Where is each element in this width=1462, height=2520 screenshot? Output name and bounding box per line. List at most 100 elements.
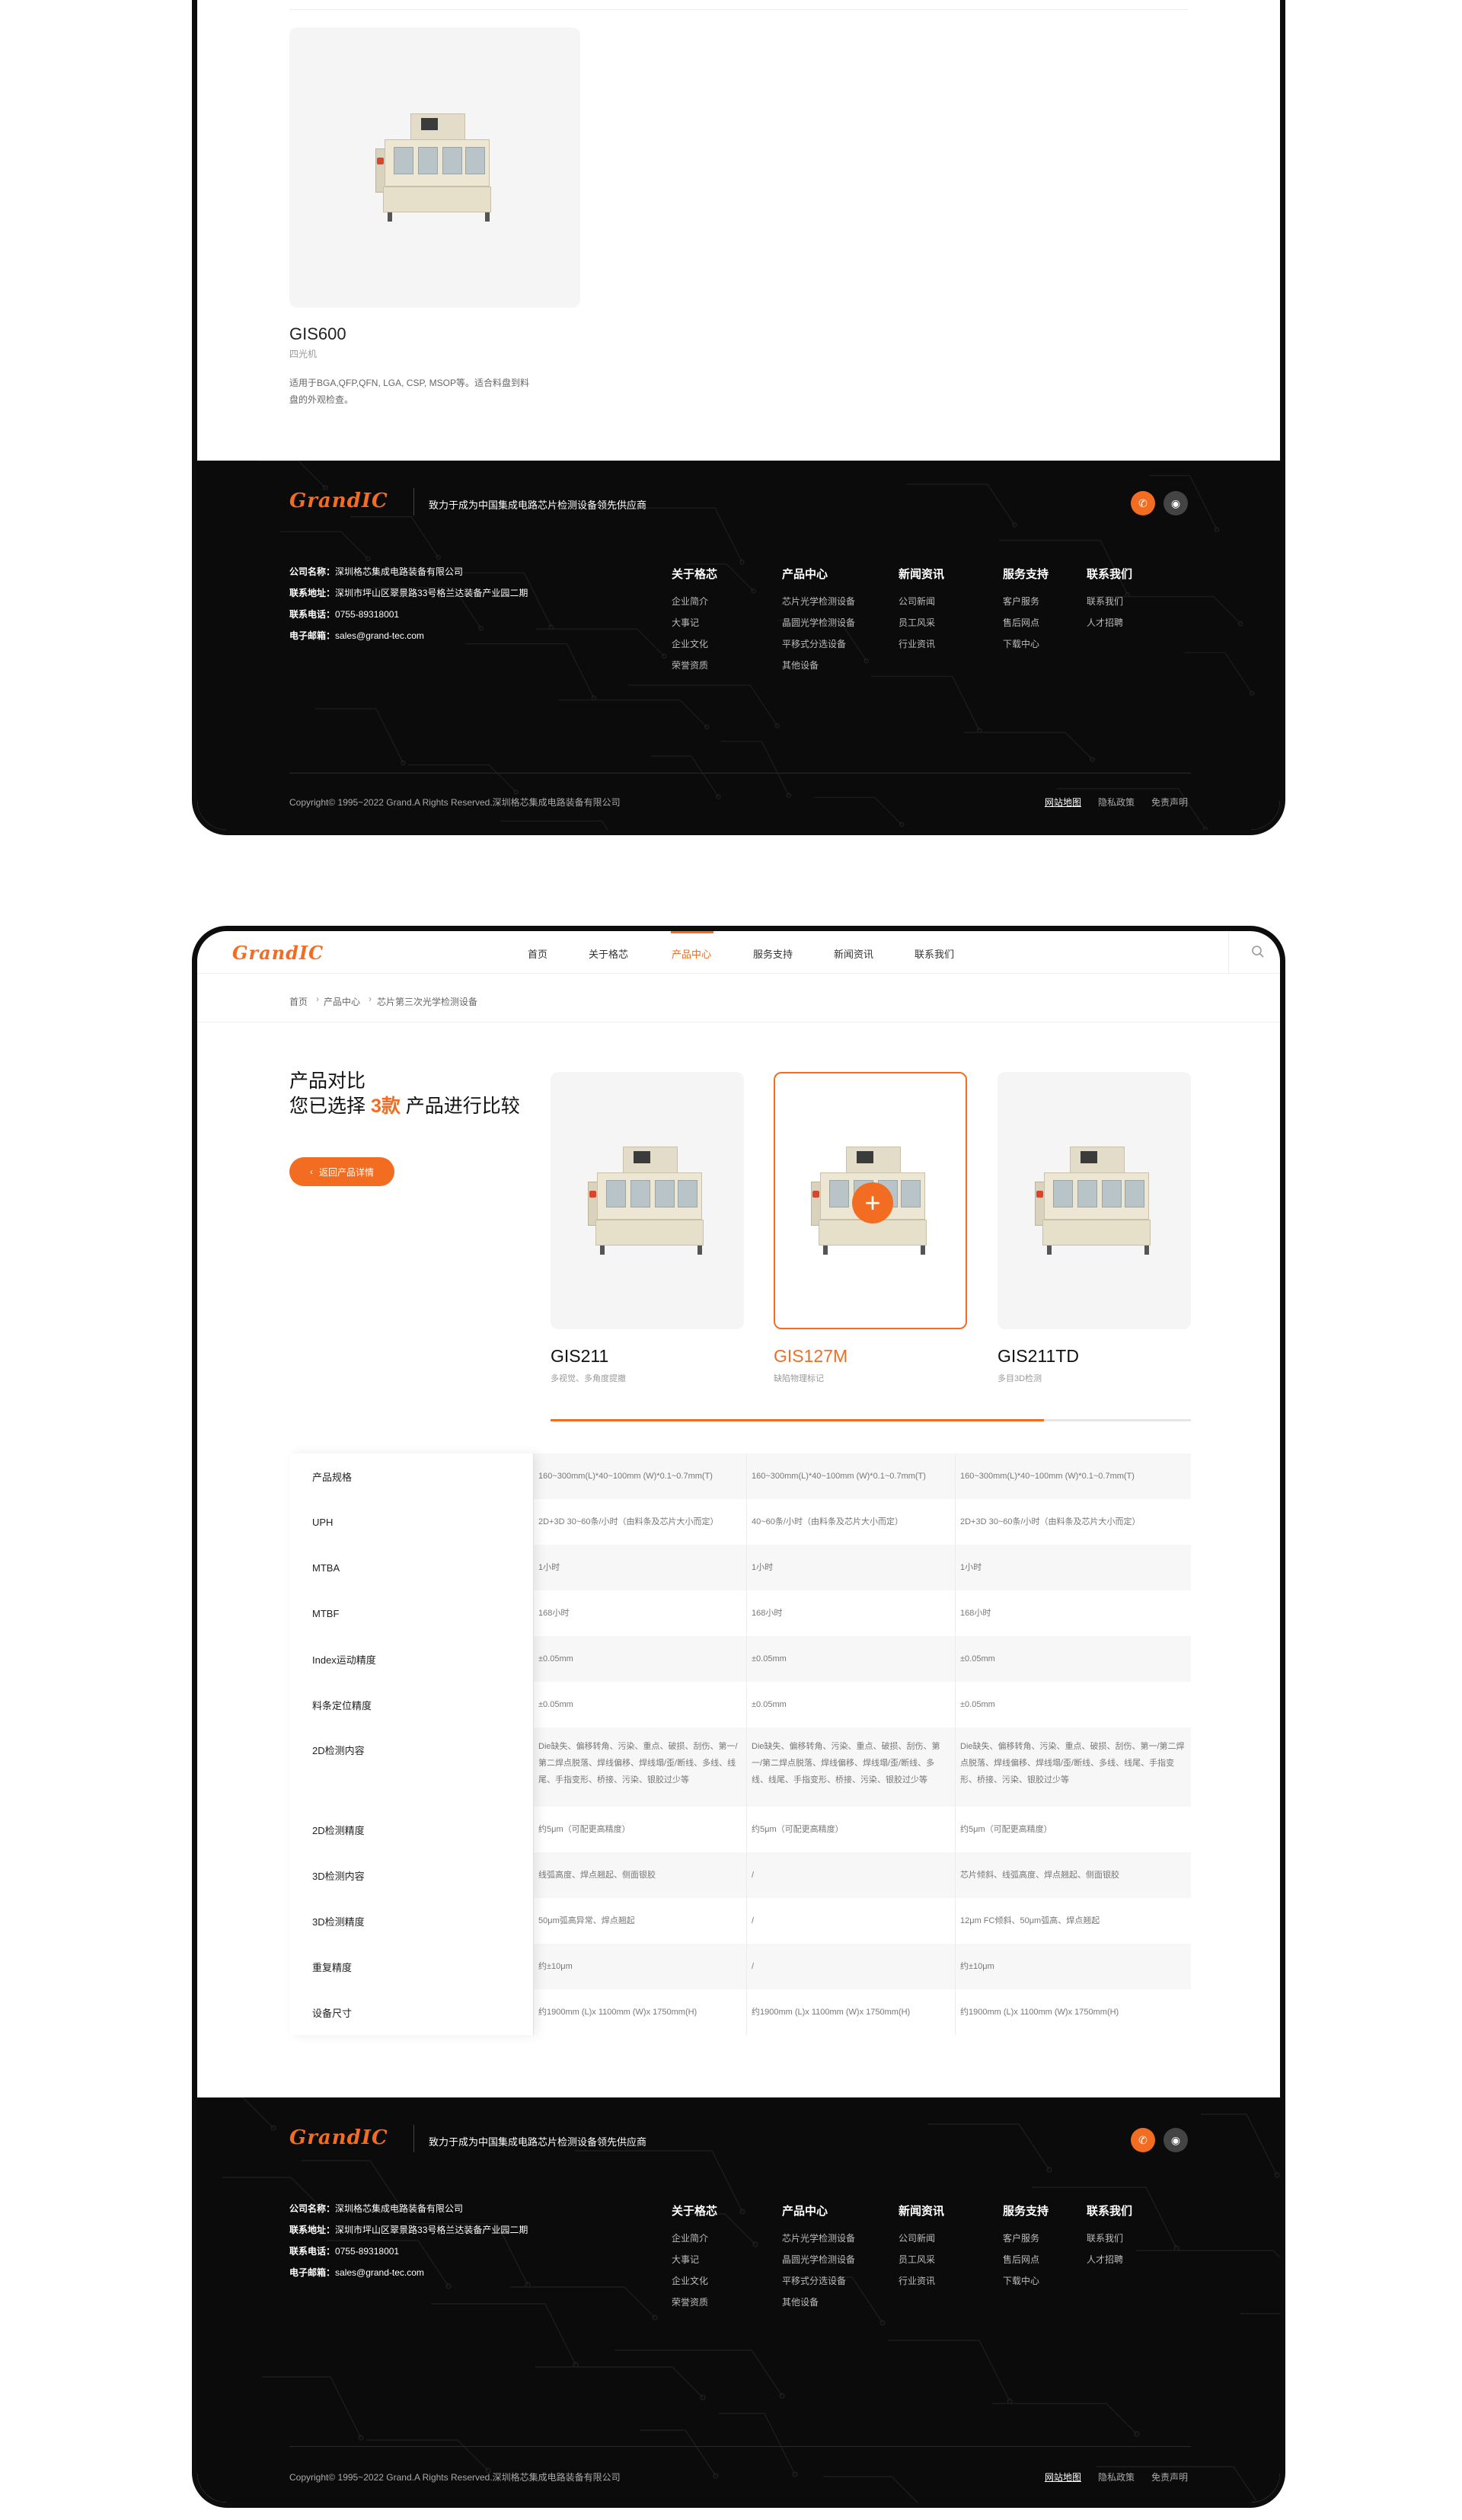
footer-link[interactable]: 企业简介	[672, 591, 717, 612]
footer-link[interactable]: 大事记	[672, 612, 717, 633]
weibo-icon[interactable]: ◉	[1164, 491, 1188, 515]
breadcrumb-products[interactable]: 产品中心	[324, 995, 360, 1008]
wechat-icon[interactable]: ✆	[1131, 2128, 1155, 2152]
sitemap-link[interactable]: 网站地图	[1045, 796, 1081, 809]
compare-title: 产品对比	[289, 1070, 366, 1092]
spec-value: ±0.05mm	[746, 1682, 955, 1727]
spec-value: 约1900mm (L)x 1100mm (W)x 1750mm(H)	[955, 1989, 1191, 2035]
compare-subtitle: 您已选择 3款 产品进行比较	[289, 1096, 520, 1117]
spec-value: 160~300mm(L)*40~100mm (W)*0.1~0.7mm(T)	[955, 1453, 1191, 1499]
nav-products[interactable]: 产品中心	[672, 946, 711, 961]
footer-link[interactable]: 其他设备	[782, 2292, 855, 2313]
nav-separator	[1228, 931, 1229, 974]
compare-product-card-selected[interactable]: +	[774, 1072, 967, 1329]
footer-link[interactable]: 平移式分选设备	[782, 633, 855, 655]
breadcrumb: 首页 › 产品中心 › 芯片第三次光学检测设备	[197, 974, 1280, 1022]
footer-column-title: 关于格芯	[672, 2205, 718, 2218]
footer-link[interactable]: 行业资讯	[899, 2270, 944, 2292]
footer-link[interactable]: 人才招聘	[1087, 2249, 1132, 2270]
footer-link[interactable]: 企业文化	[672, 633, 717, 655]
spec-value: 约5μm（可配更高精度）	[533, 1807, 746, 1852]
slogan-divider	[413, 488, 414, 515]
footer-divider	[289, 773, 1191, 774]
nav-about[interactable]: 关于格芯	[589, 946, 628, 961]
footer-column-title: 关于格芯	[672, 568, 718, 581]
footer-link[interactable]: 荣誉资质	[672, 655, 717, 676]
footer-link[interactable]: 下载中心	[1003, 633, 1049, 655]
privacy-link[interactable]: 隐私政策	[1098, 796, 1135, 809]
disclaimer-link[interactable]: 免责声明	[1151, 2471, 1188, 2483]
compare-product-card[interactable]	[551, 1072, 744, 1329]
company-info: 公司名称：深圳格芯集成电路装备有限公司 联系地址：深圳市坪山区翠景路33号格兰达…	[289, 566, 528, 641]
footer-link[interactable]: 大事记	[672, 2249, 717, 2270]
footer-slogan: 致力于成为中国集成电路芯片检测设备领先供应商	[429, 2136, 647, 2148]
footer-link[interactable]: 下载中心	[1003, 2270, 1049, 2292]
footer-link[interactable]: 售后网点	[1003, 612, 1049, 633]
spec-value: 50μm弧高异常、焊点翘起	[533, 1898, 746, 1944]
footer-link[interactable]: 客户服务	[1003, 2228, 1049, 2249]
sitemap-link[interactable]: 网站地图	[1045, 2471, 1081, 2483]
disclaimer-link[interactable]: 免责声明	[1151, 796, 1188, 809]
footer-link[interactable]: 晶圆光学检测设备	[782, 612, 855, 633]
spec-value: 160~300mm(L)*40~100mm (W)*0.1~0.7mm(T)	[533, 1453, 746, 1499]
add-product-icon[interactable]: +	[852, 1182, 893, 1223]
footer-link[interactable]: 其他设备	[782, 655, 855, 676]
nav-home[interactable]: 首页	[528, 946, 547, 961]
search-icon[interactable]	[1251, 945, 1265, 959]
spec-table: 产品规格 160~300mm(L)*40~100mm (W)*0.1~0.7mm(…	[289, 1453, 1191, 2035]
footer-column-title: 联系我们	[1087, 568, 1133, 581]
footer-link[interactable]: 联系我们	[1087, 2228, 1132, 2249]
product-card[interactable]	[289, 27, 580, 308]
footer-link[interactable]: 行业资讯	[899, 633, 944, 655]
footer-link[interactable]: 芯片光学检测设备	[782, 2228, 855, 2249]
chevron-left-icon: ‹	[309, 1166, 313, 1177]
footer-link[interactable]: 企业文化	[672, 2270, 717, 2292]
footer-link[interactable]: 企业简介	[672, 2228, 717, 2249]
nav-logo[interactable]: GrandIC	[232, 942, 324, 964]
weibo-icon[interactable]: ◉	[1164, 2128, 1188, 2152]
compare-product-name[interactable]: GIS127M	[774, 1346, 848, 1367]
spec-value: 168小时	[746, 1590, 955, 1636]
footer-column: 服务支持 客户服务 售后网点 下载中心	[1003, 2203, 1049, 2292]
nav-contact[interactable]: 联系我们	[915, 946, 954, 961]
footer-link[interactable]: 人才招聘	[1087, 612, 1132, 633]
legal-links: 网站地图 隐私政策 免责声明	[1028, 796, 1188, 809]
spec-value: ±0.05mm	[533, 1636, 746, 1682]
footer-link[interactable]: 客户服务	[1003, 591, 1049, 612]
spec-value: 约5μm（可配更高精度）	[955, 1807, 1191, 1852]
back-to-detail-button[interactable]: ‹ 返回产品详情	[289, 1157, 394, 1186]
footer-link[interactable]: 员工风采	[899, 612, 944, 633]
spec-value: Die缺失、偏移转角、污染、重点、破损、刮伤、第一/第二焊点脱落、焊线偏移、焊线…	[955, 1727, 1191, 1807]
nav-service[interactable]: 服务支持	[753, 946, 793, 961]
footer-link[interactable]: 公司新闻	[899, 591, 944, 612]
footer-column: 联系我们 联系我们 人才招聘	[1087, 566, 1132, 633]
footer-link[interactable]: 平移式分选设备	[782, 2270, 855, 2292]
compare-product-name[interactable]: GIS211TD	[998, 1346, 1079, 1367]
footer-link[interactable]: 售后网点	[1003, 2249, 1049, 2270]
product-list-frame: GIS600 四光机 适用于BGA,QFP,QFN, LGA, CSP, MSO…	[192, 0, 1285, 835]
wechat-icon[interactable]: ✆	[1131, 491, 1155, 515]
spec-value: Die缺失、偏移转角、污染、重点、破损、刮伤、第一/第二焊点脱落、焊线偏移、焊线…	[533, 1727, 746, 1807]
compare-scrollbar-thumb[interactable]	[551, 1419, 1044, 1421]
footer-column: 联系我们 联系我们 人才招聘	[1087, 2203, 1132, 2270]
compare-product-card[interactable]	[998, 1072, 1191, 1329]
footer-logo[interactable]: GrandIC	[289, 490, 388, 512]
footer-link[interactable]: 荣誉资质	[672, 2292, 717, 2313]
footer-link[interactable]: 芯片光学检测设备	[782, 591, 855, 612]
spec-value: Die缺失、偏移转角、污染、重点、破损、刮伤、第一/第二焊点脱落、焊线偏移、焊线…	[746, 1727, 955, 1807]
privacy-link[interactable]: 隐私政策	[1098, 2471, 1135, 2483]
footer-link[interactable]: 联系我们	[1087, 591, 1132, 612]
footer-link[interactable]: 员工风采	[899, 2249, 944, 2270]
compare-scrollbar[interactable]	[551, 1419, 1191, 1421]
compare-product-name[interactable]: GIS211	[551, 1346, 608, 1367]
copyright: Copyright© 1995~2022 Grand.A Rights Rese…	[289, 2472, 621, 2483]
nav-news[interactable]: 新闻资讯	[834, 946, 873, 961]
footer-column-title: 产品中心	[782, 2205, 828, 2218]
product-name[interactable]: GIS600	[289, 324, 346, 344]
spec-value: 线弧高度、焊点翘起、侧面银胶	[533, 1852, 746, 1898]
footer-logo[interactable]: GrandIC	[289, 2126, 388, 2149]
breadcrumb-home[interactable]: 首页	[289, 995, 308, 1008]
footer-link[interactable]: 公司新闻	[899, 2228, 944, 2249]
footer-column-title: 产品中心	[782, 568, 828, 581]
footer-link[interactable]: 晶圆光学检测设备	[782, 2249, 855, 2270]
